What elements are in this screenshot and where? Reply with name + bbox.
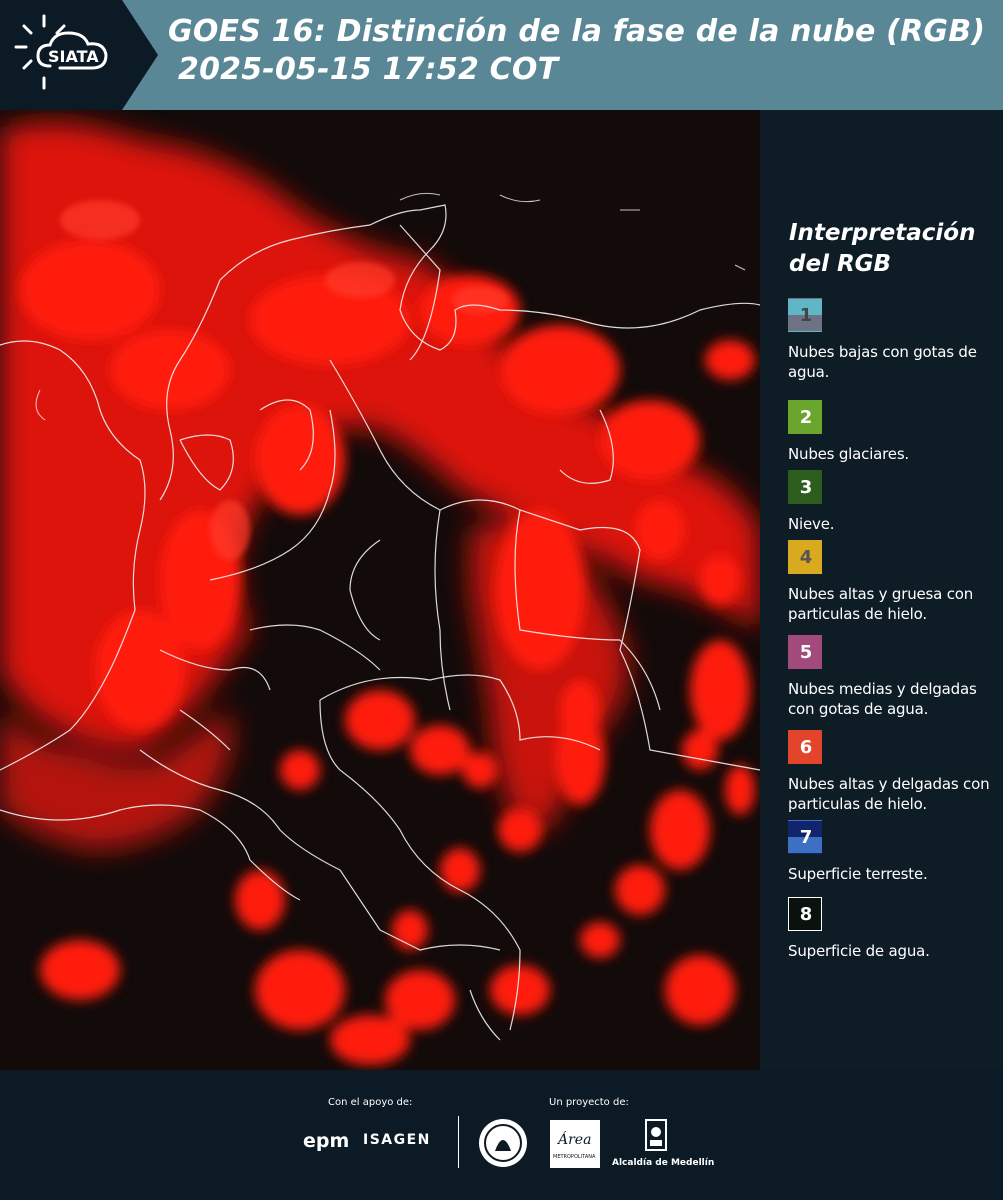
legend-item-3: 3 Nieve. <box>788 470 1000 534</box>
satellite-map <box>0 110 760 1070</box>
legend-swatch: 3 <box>788 470 822 504</box>
legend-item-7: 7 Superficie terreste. <box>788 820 1000 884</box>
logo-text: SIATA <box>48 47 99 66</box>
footer-divider <box>458 1116 459 1168</box>
legend-number: 4 <box>799 547 813 568</box>
legend-number: 2 <box>799 407 813 428</box>
legend-swatch: 2 <box>788 400 822 434</box>
footer: Con el apoyo de: Un proyecto de: epm ISA… <box>0 1070 1003 1200</box>
legend-item-4: 4 Nubes altas y gruesa con particulas de … <box>788 540 1000 624</box>
legend-text: Nubes altas y gruesa con particulas de h… <box>788 585 974 623</box>
legend-swatch: 4 <box>788 540 822 574</box>
seal-icon <box>477 1117 529 1173</box>
legend-panel: Interpretación del RGB 1 Nubes bajas con … <box>760 110 1003 1070</box>
legend-item-8: 8 Superficie de agua. <box>788 897 1000 961</box>
legend-swatch: 1 <box>788 298 822 332</box>
svg-text:Área: Área <box>556 1130 591 1148</box>
legend-text: Nubes medias y delgadas con gotas de agu… <box>788 680 977 718</box>
legend-swatch: 6 <box>788 730 822 764</box>
legend-text: Superficie terreste. <box>788 865 928 883</box>
page-title: GOES 16: Distinción de la fase de la nub… <box>168 14 986 49</box>
area-metropolitana-logo: Área METROPOLITANA <box>550 1120 600 1168</box>
legend-swatch: 5 <box>788 635 822 669</box>
page-timestamp: 2025-05-15 17:52 COT <box>178 52 559 87</box>
legend-number: 6 <box>799 737 813 758</box>
legend-text: Nubes glaciares. <box>788 445 909 463</box>
legend-text: Nieve. <box>788 515 835 533</box>
siata-logo: SIATA <box>0 0 160 110</box>
alcaldia-emblem-icon <box>642 1118 670 1160</box>
legend-number: 8 <box>799 904 813 925</box>
legend-text: Nubes bajas con gotas de agua. <box>788 343 977 381</box>
alcaldia-label: Alcaldía de Medellín <box>612 1158 715 1168</box>
legend-swatch: 7 <box>788 820 822 854</box>
legend-text: Nubes altas y delgadas con particulas de… <box>788 775 990 813</box>
epm-logo: epm <box>303 1130 350 1152</box>
header-bar: SIATA GOES 16: Distinción de la fase de … <box>0 0 1003 110</box>
legend-title: Interpretación del RGB <box>789 220 976 277</box>
legend-item-2: 2 Nubes glaciares. <box>788 400 1000 464</box>
legend-number: 3 <box>799 477 813 498</box>
svg-text:METROPOLITANA: METROPOLITANA <box>553 1154 596 1160</box>
legend-text: Superficie de agua. <box>788 942 930 960</box>
legend-number: 5 <box>799 642 813 663</box>
legend-item-1: 1 Nubes bajas con gotas de agua. <box>788 298 1000 382</box>
legend-number: 1 <box>799 305 813 326</box>
legend-item-6: 6 Nubes altas y delgadas con particulas d… <box>788 730 1000 814</box>
project-label: Un proyecto de: <box>549 1097 629 1108</box>
legend-number: 7 <box>799 827 813 848</box>
isagen-logo: ISAGEN <box>363 1132 431 1148</box>
legend-item-5: 5 Nubes medias y delgadas con gotas de ag… <box>788 635 1000 719</box>
support-label: Con el apoyo de: <box>328 1097 413 1108</box>
legend-swatch: 8 <box>788 897 822 931</box>
